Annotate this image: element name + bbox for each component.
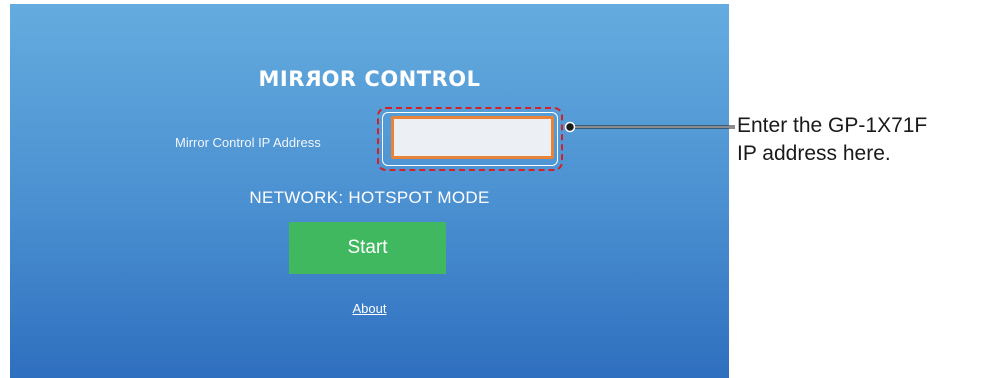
figure-stage: MIRROR CONTROL Mirror Control IP Address… [0,0,988,378]
callout-text: Enter the GP-1X71F IP address here. [737,112,985,168]
callout-leader [564,121,735,133]
callout-line-1: Enter the GP-1X71F [737,114,928,137]
callout-dot [564,121,576,133]
callout-line-2: IP address here. [737,142,891,165]
